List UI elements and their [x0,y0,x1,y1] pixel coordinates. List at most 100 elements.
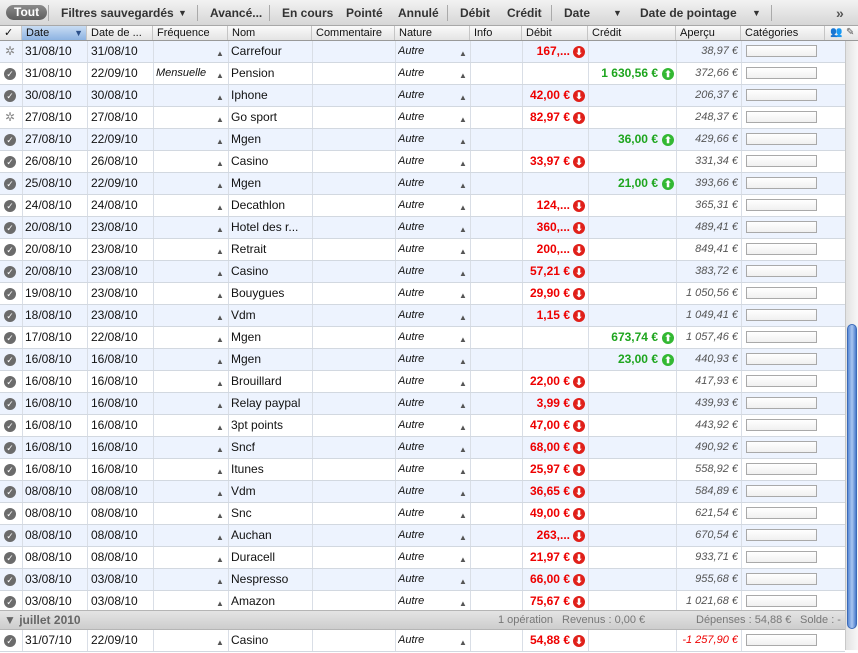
category-field[interactable] [746,463,817,475]
table-row[interactable]: ✓ 27/08/10 22/09/10 Mgen Autre ▲▼ ▲▼ 36,00 € ⬆ 42… [0,129,845,151]
column-date[interactable]: Date ▼ [22,26,87,40]
table-row[interactable]: ✓ 19/08/10 23/08/10 Bouygues Autre ▲▼ ▲▼ 29,90 … [0,283,845,305]
category-field[interactable] [746,419,817,431]
check-circle-icon[interactable]: ✓ [4,464,16,476]
frequency-stepper[interactable]: ▲▼ [216,459,224,482]
status-checked[interactable]: ✓ [4,393,18,414]
nature-stepper[interactable]: ▲▼ [459,217,467,240]
nature-stepper[interactable]: ▲▼ [459,85,467,108]
status-checked[interactable]: ✓ [4,85,18,106]
vertical-scrollbar[interactable] [845,41,858,650]
status-checked[interactable]: ✓ [4,283,18,304]
table-row[interactable]: ✓ 16/08/10 16/08/10 Itunes Autre ▲▼ ▲▼ 25,97 €⬇… [0,459,845,481]
status-checked[interactable]: ✓ [4,63,18,84]
status-checked[interactable]: ✓ [4,415,18,436]
column-nature[interactable]: Nature [395,26,470,40]
column-date-value[interactable]: Date de ... [87,26,153,40]
frequency-stepper[interactable]: ▲▼ [216,107,224,130]
check-circle-icon[interactable]: ✓ [4,134,16,146]
check-circle-icon[interactable]: ✓ [4,530,16,542]
frequency-stepper[interactable]: ▲▼ [216,547,224,570]
nature-stepper[interactable]: ▲▼ [459,481,467,504]
category-field[interactable] [746,331,817,343]
status-checked[interactable]: ✓ [4,437,18,458]
table-row[interactable]: ✓ 08/08/10 08/08/10 Duracell Autre ▲▼ ▲▼ 21,97 … [0,547,845,569]
column-check[interactable]: ✓ [0,26,22,40]
check-circle-icon[interactable]: ✓ [4,68,16,80]
category-field[interactable] [746,595,817,607]
table-row[interactable]: ✓ 08/08/10 08/08/10 Snc Autre ▲▼ ▲▼ 49,00 €⬇ 621… [0,503,845,525]
nature-stepper[interactable]: ▲▼ [459,195,467,218]
category-field[interactable] [746,573,817,585]
advanced-filter-button[interactable]: Avancé... [210,5,262,21]
category-field[interactable] [746,177,817,189]
disclosure-triangle-icon[interactable]: ▼ [4,613,19,627]
frequency-stepper[interactable]: ▲▼ [216,525,224,548]
check-circle-icon[interactable]: ✓ [4,420,16,432]
group-toggle[interactable]: ▼ juillet 2010 [4,611,81,629]
column-preview[interactable]: Aperçu [676,26,741,40]
category-field[interactable] [746,45,817,57]
status-checked[interactable]: ✓ [4,195,18,216]
status-checked[interactable]: ✓ [4,261,18,282]
category-field[interactable] [746,634,817,646]
check-circle-icon[interactable]: ✓ [4,200,16,212]
filter-annule-button[interactable]: Annulé [398,5,439,21]
overflow-chevron-icon[interactable]: » [836,5,844,21]
category-field[interactable] [746,133,817,145]
nature-stepper[interactable]: ▲▼ [459,393,467,416]
date-filter-menu[interactable]: Date [564,5,590,21]
category-field[interactable] [746,353,817,365]
column-comment[interactable]: Commentaire [312,26,395,40]
table-row[interactable]: ✓ 20/08/10 23/08/10 Casino Autre ▲▼ ▲▼ 57,21 €⬇… [0,261,845,283]
status-checked[interactable]: ✓ [4,371,18,392]
status-checked[interactable]: ✓ [4,349,18,370]
category-field[interactable] [746,287,817,299]
table-row[interactable]: ✓ 25/08/10 22/09/10 Mgen Autre ▲▼ ▲▼ 21,00 € ⬆ 39… [0,173,845,195]
category-field[interactable] [746,441,817,453]
category-field[interactable] [746,309,817,321]
frequency-stepper[interactable]: ▲▼ [216,129,224,152]
nature-stepper[interactable]: ▲▼ [459,569,467,592]
category-field[interactable] [746,485,817,497]
status-checked[interactable]: ✓ [4,327,18,348]
column-debit[interactable]: Débit [522,26,588,40]
date-pointage-filter-menu[interactable]: Date de pointage [640,5,737,21]
status-checked[interactable]: ✓ [4,129,18,150]
check-circle-icon[interactable]: ✓ [4,635,16,647]
frequency-stepper[interactable]: ▲▼ [216,415,224,438]
frequency-stepper[interactable]: ▲▼ [216,503,224,526]
status-checked[interactable]: ✓ [4,459,18,480]
chevron-down-icon[interactable]: ▼ [613,8,622,18]
frequency-stepper[interactable]: ▲▼ [216,173,224,196]
check-circle-icon[interactable]: ✓ [4,156,16,168]
frequency-stepper[interactable]: ▲▼ [216,85,224,108]
category-field[interactable] [746,111,817,123]
column-name[interactable]: Nom [228,26,312,40]
status-checked[interactable]: ✓ [4,503,18,524]
frequency-stepper[interactable]: ▲▼ [216,569,224,592]
nature-stepper[interactable]: ▲▼ [459,107,467,130]
filter-debit-button[interactable]: Débit [460,5,490,21]
check-circle-icon[interactable]: ✓ [4,398,16,410]
status-checked[interactable]: ✓ [4,591,18,612]
frequency-stepper[interactable]: ▲▼ [216,239,224,262]
filter-en-cours-button[interactable]: En cours [282,5,333,21]
nature-stepper[interactable]: ▲▼ [459,349,467,372]
saved-filters-menu[interactable]: Filtres sauvegardés [61,5,174,21]
chevron-down-icon[interactable]: ▼ [752,8,761,18]
check-circle-icon[interactable]: ✓ [4,332,16,344]
check-circle-icon[interactable]: ✓ [4,508,16,520]
status-pending[interactable]: ✲ [4,41,18,62]
table-row[interactable]: ✓31/07/1022/09/10CasinoAutre▲▼▲▼54,88 €⬇… [0,630,845,652]
table-row[interactable]: ✓ 08/08/10 08/08/10 Auchan Autre ▲▼ ▲▼ 263,...⬇… [0,525,845,547]
status-checked[interactable]: ✓ [4,305,18,326]
table-row[interactable]: ✓ 20/08/10 23/08/10 Hotel des r... Autre ▲▼ ▲▼… [0,217,845,239]
category-field[interactable] [746,265,817,277]
frequency-stepper[interactable]: ▲▼ [216,217,224,240]
check-circle-icon[interactable]: ✓ [4,178,16,190]
category-field[interactable] [746,507,817,519]
status-checked[interactable]: ✓ [4,630,18,651]
check-circle-icon[interactable]: ✓ [4,244,16,256]
frequency-stepper[interactable]: ▲▼ [216,283,224,306]
